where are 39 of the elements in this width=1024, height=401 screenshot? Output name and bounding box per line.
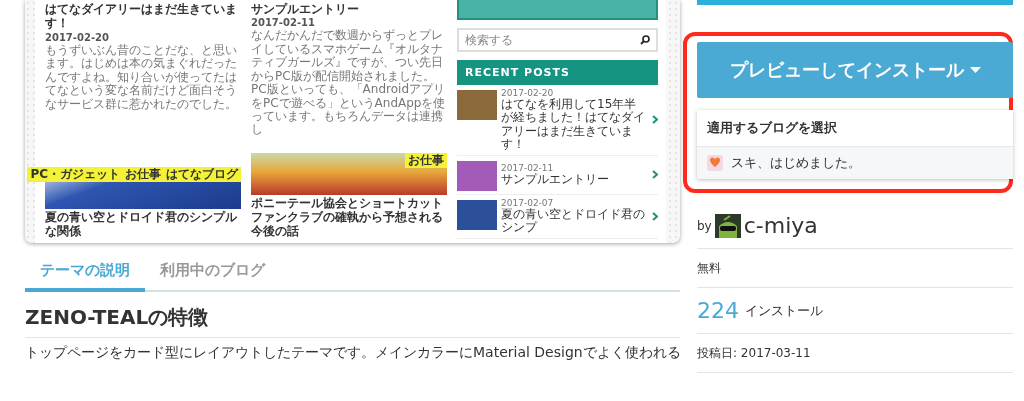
photo-placeholder bbox=[457, 90, 497, 120]
post-title[interactable]: はてなを利用して15年半が経ちました！はてなダイアリーはまだ生きています！ bbox=[501, 98, 648, 152]
search-icon[interactable] bbox=[640, 35, 650, 45]
chevron-right-icon[interactable] bbox=[652, 115, 658, 125]
post-title[interactable]: はてなダイアリーはまだ生きています！ bbox=[45, 0, 241, 31]
avatar-icon[interactable] bbox=[714, 213, 741, 238]
search-field[interactable]: 検索する bbox=[457, 28, 658, 52]
description-text: トップページをカード型にレイアウトしたテーマです。メインカラーにMaterial Designでよく使われる bbox=[25, 343, 680, 362]
post-title[interactable]: 夏の青い空とドロイド君のシンプ bbox=[501, 207, 648, 235]
category-tag[interactable]: はてなブログ bbox=[166, 167, 238, 183]
post-date: 2017-02-20 bbox=[501, 88, 555, 98]
post-date: 2017-02-11 bbox=[501, 163, 555, 174]
recent-posts-heading: RECENT POSTS bbox=[457, 60, 658, 85]
post-title[interactable]: サンプルエントリー bbox=[251, 0, 447, 17]
chevron-right-icon[interactable] bbox=[652, 170, 658, 180]
post-title[interactable]: ポニーテール協会とショートカットファンクラブの確執から予想される今後の話 bbox=[251, 197, 447, 239]
post-title[interactable]: 夏の青い空とドロイド君のシンプルな関係 bbox=[45, 211, 241, 239]
price-label: 無料 bbox=[697, 259, 721, 277]
post-excerpt: なんだかんだで数週からずっとプレイしているスマホゲーム『オルタナティブガールズ』ですが、つい先日からPC版が配信開始されました。PC版といっても、「AndroidアプリをPCで遊べる」というAndAppを使っています。もちろんデータは連携し bbox=[251, 29, 447, 137]
post-date: 2017-02-07 bbox=[501, 197, 555, 208]
post-date: 2017-02-11 bbox=[251, 17, 316, 29]
photo-placeholder bbox=[457, 160, 497, 191]
chevron-right-icon[interactable] bbox=[652, 211, 658, 221]
category-tag[interactable]: お仕事 bbox=[125, 167, 161, 183]
install-count: 224 bbox=[697, 298, 739, 323]
photo-placeholder bbox=[457, 199, 497, 230]
post-title[interactable]: サンプルエントリー bbox=[501, 173, 648, 187]
caret-icon bbox=[969, 67, 981, 73]
category-tag[interactable]: お仕事 bbox=[408, 153, 444, 169]
blog-option[interactable]: スキ、はじめました。 bbox=[697, 147, 1013, 179]
section-heading: ZENO-TEALの特徴 bbox=[25, 303, 680, 338]
by-label: by bbox=[697, 218, 712, 233]
category-tag[interactable]: PC・ガジェット bbox=[30, 167, 120, 183]
install-label: インストール bbox=[745, 301, 823, 320]
post-excerpt: もうずいぶん昔のことだな、と思います。はじめは本の気まぐれだったんですよね。知り合いが使ってたはてなという変な名前だけど面白そうなサービス群に惹かれたのでした。 bbox=[45, 43, 238, 111]
search-placeholder: 検索する bbox=[465, 31, 513, 49]
posted-date: 投稿日: 2017-03-11 bbox=[697, 344, 811, 362]
post-date: 2017-02-20 bbox=[45, 31, 110, 43]
author-name[interactable]: c-miya bbox=[743, 213, 818, 238]
